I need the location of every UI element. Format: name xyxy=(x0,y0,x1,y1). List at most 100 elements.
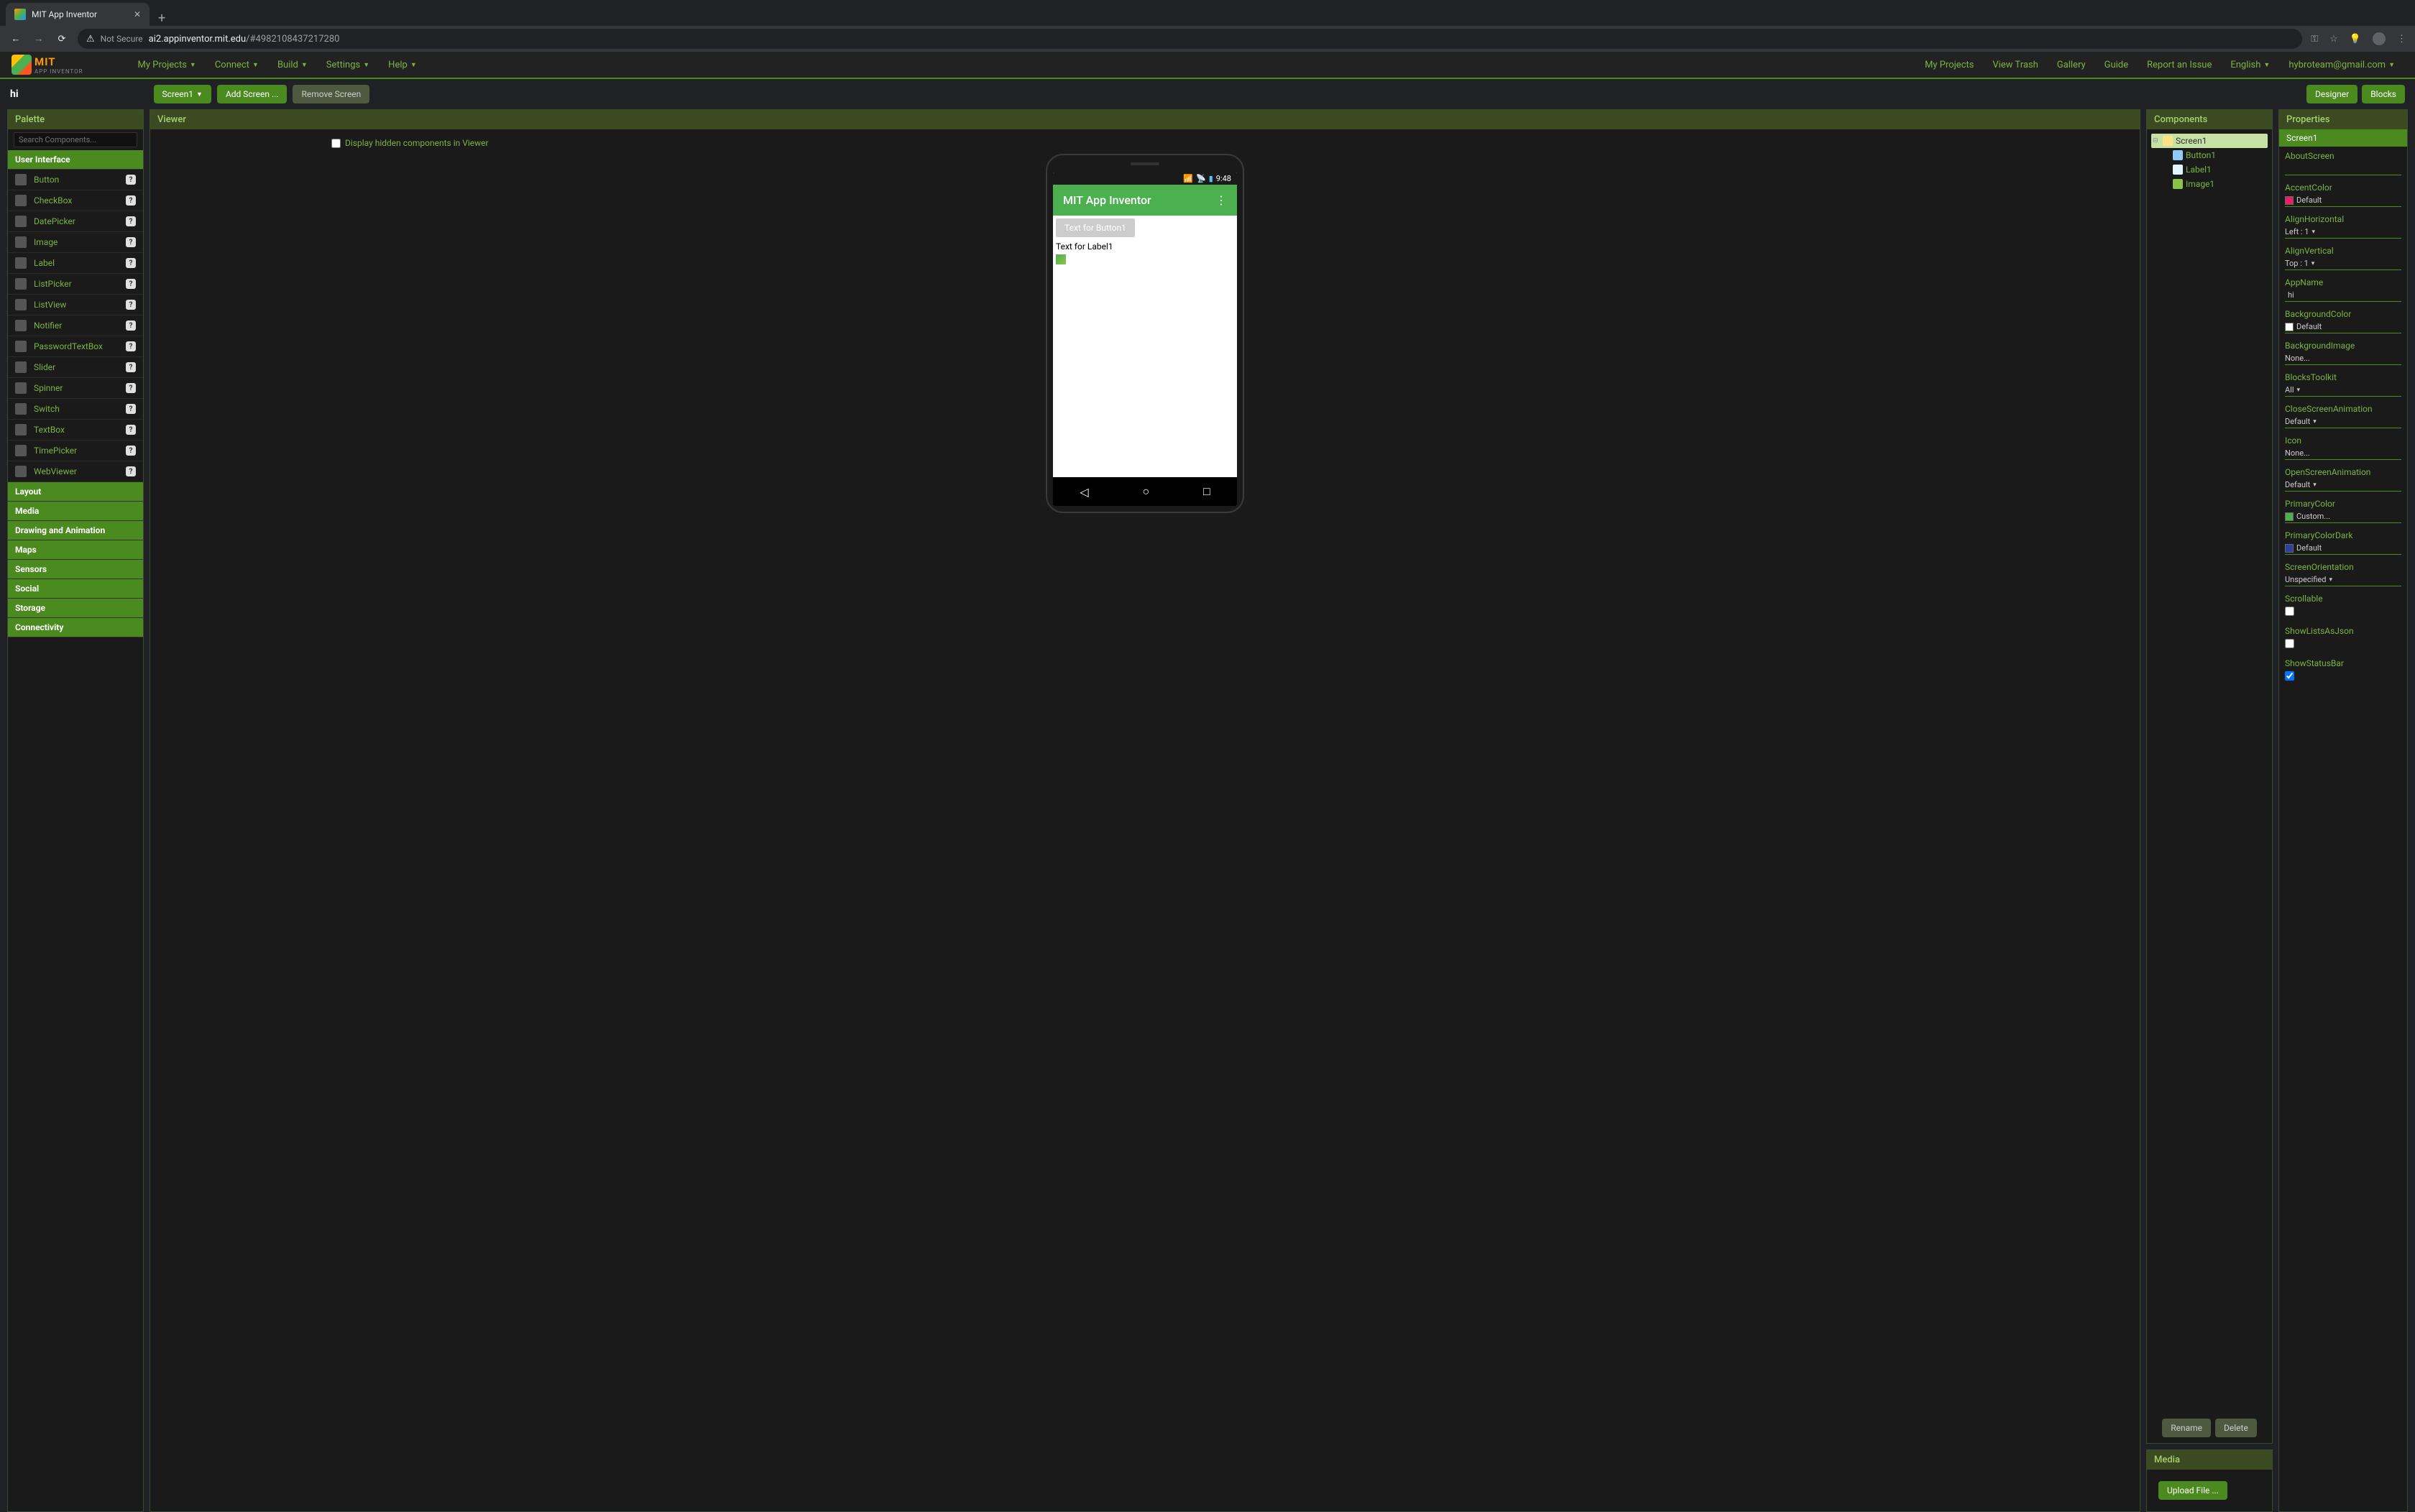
prop-value[interactable] xyxy=(2285,162,2401,175)
palette-listpicker[interactable]: ListPicker? xyxy=(8,274,143,295)
hidden-components-checkbox[interactable] xyxy=(331,139,341,148)
star-icon[interactable]: ☆ xyxy=(2329,34,2338,45)
mock-label1[interactable]: Text for Label1 xyxy=(1056,240,1234,253)
drawer-storage[interactable]: Storage xyxy=(8,599,143,618)
palette-switch[interactable]: Switch? xyxy=(8,399,143,420)
help-icon[interactable]: ? xyxy=(126,237,136,247)
designer-button[interactable]: Designer xyxy=(2306,85,2358,103)
drawer-media[interactable]: Media xyxy=(8,502,143,521)
help-icon[interactable]: ? xyxy=(126,383,136,393)
prop-value[interactable]: None... xyxy=(2285,447,2401,460)
drawer-drawing-and-animation[interactable]: Drawing and Animation xyxy=(8,521,143,540)
palette-button[interactable]: Button? xyxy=(8,170,143,190)
back-key-icon[interactable]: ◁ xyxy=(1080,485,1088,499)
prop-value[interactable] xyxy=(2285,607,2294,616)
palette-datepicker[interactable]: DatePicker? xyxy=(8,211,143,232)
tree-item-label1[interactable]: Label1 xyxy=(2171,162,2268,177)
phone-content[interactable]: Text for Button1 Text for Label1 xyxy=(1053,216,1237,477)
help-icon[interactable]: ? xyxy=(126,195,136,206)
close-icon[interactable]: ✕ xyxy=(134,9,141,19)
prop-value[interactable] xyxy=(2285,289,2401,302)
prop-value[interactable]: Default xyxy=(2285,194,2401,207)
prop-value[interactable]: None... xyxy=(2285,352,2401,365)
screen-dropdown[interactable]: Screen1 ▼ xyxy=(154,85,211,103)
mock-button1[interactable]: Text for Button1 xyxy=(1056,218,1135,237)
home-key-icon[interactable]: ○ xyxy=(1142,484,1149,499)
help-icon[interactable]: ? xyxy=(126,404,136,414)
palette-slider[interactable]: Slider? xyxy=(8,357,143,378)
help-icon[interactable]: ? xyxy=(126,258,136,268)
address-bar[interactable]: ⚠ Not Secure ai2.appinventor.mit.edu/#49… xyxy=(78,29,2302,49)
help-icon[interactable]: ? xyxy=(126,425,136,435)
prop-value[interactable]: Custom... xyxy=(2285,510,2401,523)
browser-tab[interactable]: MIT App Inventor ✕ xyxy=(6,3,150,26)
help-icon[interactable]: ? xyxy=(126,175,136,185)
phone-screen[interactable]: 📶 📡 ▮ 9:48 MIT App Inventor ⋮ Text for B… xyxy=(1053,172,1237,506)
prop-value[interactable]: Top : 1 ▾ xyxy=(2285,257,2401,270)
palette-checkbox[interactable]: CheckBox? xyxy=(8,190,143,211)
prop-value[interactable]: Unspecified ▾ xyxy=(2285,573,2401,586)
palette-passwordtextbox[interactable]: PasswordTextBox? xyxy=(8,336,143,357)
key-icon[interactable]: ⚿ xyxy=(2311,34,2318,45)
help-icon[interactable]: ? xyxy=(126,321,136,331)
nav-my-projects[interactable]: My Projects ▼ xyxy=(129,54,205,76)
drawer-connectivity[interactable]: Connectivity xyxy=(8,618,143,637)
menu-icon[interactable]: ⋮ xyxy=(2397,34,2406,45)
help-icon[interactable]: ? xyxy=(126,341,136,351)
new-tab-button[interactable]: + xyxy=(150,11,174,26)
tree-item-image1[interactable]: Image1 xyxy=(2171,177,2268,191)
recent-key-icon[interactable]: □ xyxy=(1203,484,1210,499)
nav-hybroteam-gmail-com[interactable]: hybroteam@gmail.com ▼ xyxy=(2280,54,2404,76)
nav-help[interactable]: Help ▼ xyxy=(380,54,426,76)
drawer-layout[interactable]: Layout xyxy=(8,482,143,502)
prop-value[interactable]: Default xyxy=(2285,542,2401,555)
prop-value[interactable] xyxy=(2285,671,2294,681)
help-icon[interactable]: ? xyxy=(126,362,136,372)
help-icon[interactable]: ? xyxy=(126,216,136,226)
back-button[interactable]: ← xyxy=(9,33,23,45)
tree-item-button1[interactable]: Button1 xyxy=(2171,148,2268,162)
nav-english[interactable]: English ▼ xyxy=(2222,54,2278,76)
profile-avatar[interactable] xyxy=(2373,32,2386,45)
palette-notifier[interactable]: Notifier? xyxy=(8,315,143,336)
upload-file-button[interactable]: Upload File ... xyxy=(2158,1481,2227,1500)
prop-value[interactable]: Default ▾ xyxy=(2285,479,2401,492)
hidden-components-toggle[interactable]: Display hidden components in Viewer xyxy=(331,138,489,148)
nav-view-trash[interactable]: View Trash xyxy=(1984,54,2046,76)
prop-value[interactable] xyxy=(2285,639,2294,648)
palette-listview[interactable]: ListView? xyxy=(8,295,143,315)
prop-value[interactable]: Left : 1 ▾ xyxy=(2285,226,2401,239)
delete-button[interactable]: Delete xyxy=(2215,1419,2257,1437)
collapse-icon[interactable]: ⊟ xyxy=(2153,137,2160,144)
nav-guide[interactable]: Guide xyxy=(2096,54,2137,76)
logo[interactable]: MIT APP INVENTOR xyxy=(12,55,83,75)
blocks-button[interactable]: Blocks xyxy=(2362,85,2405,103)
prop-value[interactable]: Default ▾ xyxy=(2285,415,2401,428)
nav-build[interactable]: Build ▼ xyxy=(269,54,316,76)
nav-my-projects[interactable]: My Projects xyxy=(1916,54,1982,76)
drawer-social[interactable]: Social xyxy=(8,579,143,599)
nav-report-an-issue[interactable]: Report an Issue xyxy=(2138,54,2220,76)
remove-screen-button[interactable]: Remove Screen xyxy=(293,85,369,103)
forward-button[interactable]: → xyxy=(32,33,46,45)
help-icon[interactable]: ? xyxy=(126,300,136,310)
overflow-icon[interactable]: ⋮ xyxy=(1215,193,1227,207)
drawer-maps[interactable]: Maps xyxy=(8,540,143,560)
help-icon[interactable]: ? xyxy=(126,279,136,289)
help-icon[interactable]: ? xyxy=(126,466,136,476)
palette-label[interactable]: Label? xyxy=(8,253,143,274)
prop-value[interactable]: All ▾ xyxy=(2285,384,2401,397)
add-screen-button[interactable]: Add Screen ... xyxy=(217,85,288,103)
prop-value[interactable]: Default xyxy=(2285,321,2401,333)
nav-connect[interactable]: Connect ▼ xyxy=(206,54,267,76)
palette-webviewer[interactable]: WebViewer? xyxy=(8,461,143,482)
mock-image1[interactable] xyxy=(1056,254,1066,264)
nav-gallery[interactable]: Gallery xyxy=(2048,54,2094,76)
bulb-icon[interactable]: 💡 xyxy=(2350,34,2361,45)
search-components-input[interactable] xyxy=(14,132,137,147)
palette-spinner[interactable]: Spinner? xyxy=(8,378,143,399)
rename-button[interactable]: Rename xyxy=(2162,1419,2211,1437)
help-icon[interactable]: ? xyxy=(126,446,136,456)
drawer-user-interface[interactable]: User Interface xyxy=(8,150,143,170)
palette-timepicker[interactable]: TimePicker? xyxy=(8,441,143,461)
